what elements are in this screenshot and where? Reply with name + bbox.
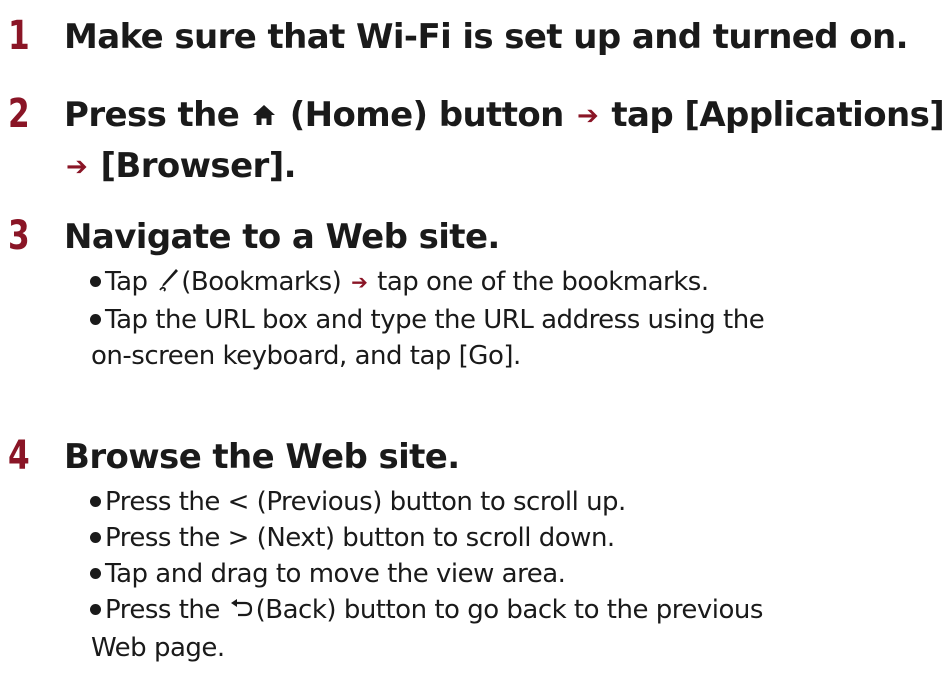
bullet-text: Tap [105, 267, 148, 297]
step-title: Press the (Home) button ➔ tap [Applicati… [64, 90, 945, 192]
step-number: 4 [8, 433, 30, 479]
list-item: Tap and drag to move the view area. [90, 556, 950, 592]
right-arrow-icon: ➔ [351, 270, 368, 294]
bullet-text: Press the > (Next) button to scroll down… [105, 523, 615, 553]
list-item: Tap the URL box and type the URL address… [90, 302, 950, 374]
home-icon [252, 91, 276, 141]
bullet-text: Press the < (Previous) button to scroll … [105, 487, 626, 517]
step-title-text: [Browser]. [100, 146, 296, 186]
bullet-text: Press the [105, 595, 220, 625]
list-item: Tap (Bookmarks) ➔ tap one of the bookmar… [90, 264, 950, 302]
bullet-text: Tap the URL box and type the URL address… [105, 305, 765, 335]
bullet-dot [90, 532, 101, 543]
instruction-page: 1 Make sure that Wi-Fi is set up and tur… [0, 0, 951, 698]
step-title: Make sure that Wi-Fi is set up and turne… [64, 12, 944, 62]
bullet-text: (Bookmarks) [181, 267, 342, 297]
bullet-text: tap one of the bookmarks. [377, 267, 709, 297]
bullet-text: Tap and drag to move the view area. [105, 559, 566, 589]
bullet-dot [90, 276, 101, 287]
step-title-text: Navigate to a Web site. [64, 217, 500, 257]
step-title-line-2: ➔ [Browser]. [64, 141, 944, 192]
step-title-line-1: Press the (Home) button ➔ tap [Applicati… [64, 90, 945, 141]
bullet-text: (Back) button to go back to the previous [255, 595, 764, 625]
bullet-text-continued: on-screen keyboard, and tap [Go]. [91, 341, 521, 371]
step-title-text: Browse the Web site. [64, 437, 460, 477]
step-title: Navigate to a Web site. [64, 212, 944, 262]
step-number: 2 [8, 91, 30, 137]
bullet-list: Tap (Bookmarks) ➔ tap one of the bookmar… [90, 264, 950, 374]
bullet-list: Press the < (Previous) button to scroll … [90, 484, 950, 666]
bullet-dot [90, 604, 101, 615]
bookmarks-pen-icon [157, 266, 179, 302]
step-title-text: Press the [64, 95, 240, 135]
bullet-dot [90, 496, 101, 507]
back-arrow-icon [230, 594, 254, 630]
right-arrow-icon: ➔ [66, 152, 88, 182]
step-title-text: (Home) button [289, 95, 565, 135]
list-item: Press the > (Next) button to scroll down… [90, 520, 950, 556]
bullet-dot [90, 314, 101, 325]
step-number: 3 [8, 213, 30, 259]
right-arrow-icon: ➔ [576, 101, 599, 131]
list-item: Press the < (Previous) button to scroll … [90, 484, 950, 520]
bullet-text-continued: Web page. [91, 633, 225, 663]
step-title: Browse the Web site. [64, 432, 944, 482]
step-title-text: Make sure that Wi-Fi is set up and turne… [64, 17, 909, 57]
step-number: 1 [8, 13, 30, 59]
bullet-dot [90, 568, 101, 579]
list-item: Press the (Back) button to go back to th… [90, 592, 950, 666]
step-title-text: tap [Applications] [611, 95, 945, 135]
